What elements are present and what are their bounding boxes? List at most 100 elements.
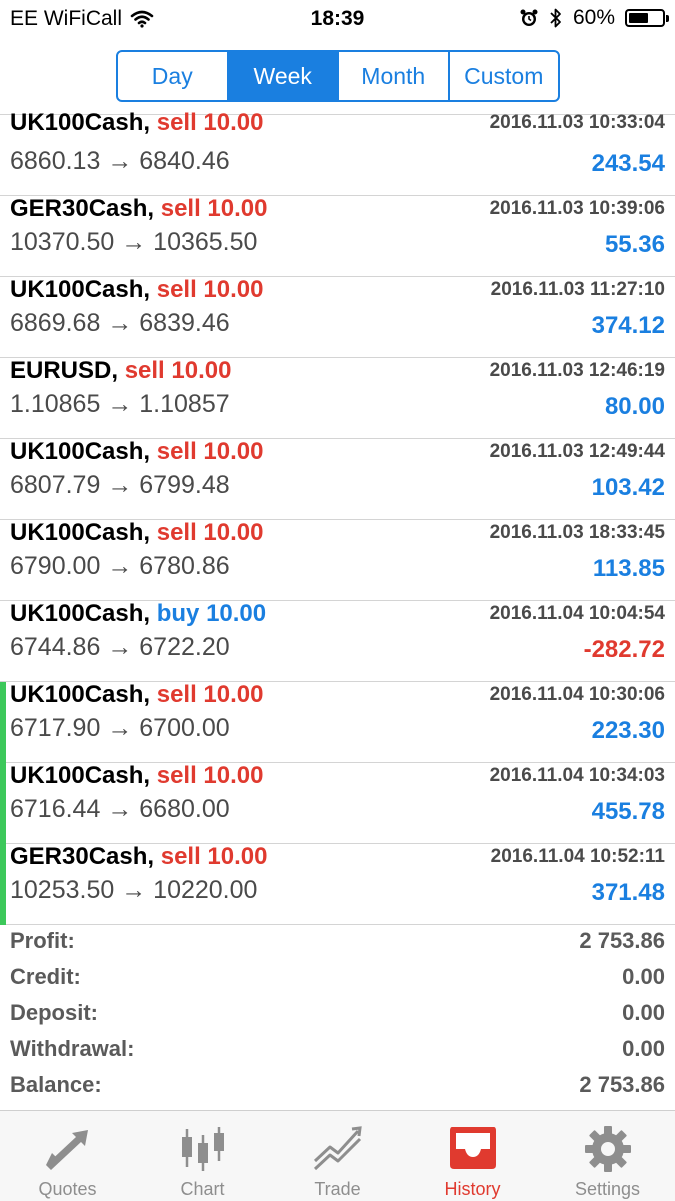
gear-icon: [584, 1126, 631, 1172]
summary-value: 2 753.86: [579, 928, 665, 953]
trade-row[interactable]: UK100Cash, sell 10.00 2016.11.03 11:27:10…: [0, 276, 675, 358]
trade-row[interactable]: UK100Cash, sell 10.00 2016.11.03 10:33:04…: [0, 109, 675, 196]
trade-time: 2016.11.04 10:30:06: [489, 684, 665, 705]
summary-value: 2 753.86: [579, 1072, 665, 1097]
trade-row[interactable]: UK100Cash, sell 10.00 2016.11.04 10:34:03…: [0, 762, 675, 844]
trade-symbol: UK100Cash,: [10, 109, 151, 136]
tab-history[interactable]: History: [405, 1111, 540, 1201]
trade-symbol: UK100Cash,: [10, 762, 151, 789]
battery-tip: [666, 15, 669, 22]
trade-title: UK100Cash, sell 10.00: [10, 762, 264, 790]
tab-custom[interactable]: Custom: [450, 52, 559, 100]
trade-time: 2016.11.03 10:33:04: [489, 112, 665, 133]
trade-symbol: UK100Cash,: [10, 438, 151, 465]
trade-profit: 80.00: [604, 393, 665, 420]
summary-label: Credit:: [10, 964, 81, 989]
tab-day[interactable]: Day: [118, 52, 229, 100]
trade-side-volume: sell 10.00: [160, 843, 268, 870]
trade-side-volume: sell 10.00: [156, 681, 264, 708]
trade-row[interactable]: UK100Cash, sell 10.00 2016.11.03 18:33:45…: [0, 519, 675, 601]
trade-row[interactable]: UK100Cash, sell 10.00 2016.11.03 12:49:44…: [0, 438, 675, 520]
tab-label: History: [444, 1179, 501, 1199]
tab-label: Quotes: [38, 1179, 97, 1199]
trade-symbol: UK100Cash,: [10, 681, 151, 708]
trade-symbol: UK100Cash,: [10, 600, 151, 627]
trade-prices: 6860.13 → 6840.46: [10, 147, 230, 175]
trade-symbol: GER30Cash,: [10, 843, 155, 870]
trade-row[interactable]: UK100Cash, sell 10.00 2016.11.04 10:30:06…: [0, 681, 675, 763]
tab-trade[interactable]: Trade: [270, 1111, 405, 1201]
trade-row[interactable]: GER30Cash, sell 10.00 2016.11.03 10:39:06…: [0, 195, 675, 277]
trade-row[interactable]: GER30Cash, sell 10.00 2016.11.04 10:52:11…: [0, 843, 675, 925]
tab-label: Trade: [314, 1179, 361, 1199]
trade-side-volume: buy 10.00: [156, 600, 267, 627]
trade-time: 2016.11.03 10:39:06: [489, 198, 665, 219]
trade-symbol: UK100Cash,: [10, 519, 151, 546]
summary-row: Profit: 2 753.86: [0, 924, 675, 960]
trade-title: GER30Cash, sell 10.00: [10, 843, 268, 871]
trade-prices: 6744.86 → 6722.20: [10, 633, 230, 661]
trade-side-volume: sell 10.00: [124, 357, 232, 384]
period-segmented-control: Day Week Month Custom: [116, 50, 560, 102]
trade-time: 2016.11.03 12:46:19: [489, 360, 665, 381]
trade-prices: 10370.50 → 10365.50: [10, 228, 258, 256]
tab-month[interactable]: Month: [339, 52, 450, 100]
summary-value: 0.00: [622, 964, 665, 989]
trade-prices: 6717.90 → 6700.00: [10, 714, 230, 742]
summary-label: Balance:: [10, 1072, 102, 1097]
trade-symbol: EURUSD,: [10, 357, 119, 384]
tab-week[interactable]: Week: [228, 52, 339, 100]
trade-time: 2016.11.03 18:33:45: [489, 522, 665, 543]
trade-row[interactable]: UK100Cash, buy 10.00 2016.11.04 10:04:54 6…: [0, 600, 675, 682]
tab-quotes[interactable]: Quotes: [0, 1111, 135, 1201]
status-right: 60%: [519, 6, 669, 30]
trade-title: UK100Cash, sell 10.00: [10, 276, 264, 304]
trade-title: UK100Cash, sell 10.00: [10, 519, 264, 547]
trade-row[interactable]: EURUSD, sell 10.00 2016.11.03 12:46:19 1.1…: [0, 357, 675, 439]
inbox-tray-icon: [449, 1127, 496, 1169]
summary-value: 0.00: [622, 1000, 665, 1025]
trade-prices: 10253.50 → 10220.00: [10, 876, 258, 904]
trade-symbol: UK100Cash,: [10, 276, 151, 303]
trade-profit: 103.42: [591, 474, 665, 501]
summary-value: 0.00: [622, 1036, 665, 1061]
trade-side-volume: sell 10.00: [156, 519, 264, 546]
trade-symbol: GER30Cash,: [10, 195, 155, 222]
account-summary: Profit: 2 753.86 Credit: 0.00 Deposit: 0.00 Wi…: [0, 924, 675, 1104]
trade-side-volume: sell 10.00: [160, 195, 268, 222]
trade-title: UK100Cash, sell 10.00: [10, 109, 264, 137]
trade-title: UK100Cash, buy 10.00: [10, 600, 266, 628]
battery-level: [629, 13, 649, 23]
trade-prices: 6790.00 → 6780.86: [10, 552, 230, 580]
status-bar: EE WiFiCall 18:39 60%: [0, 0, 675, 40]
trade-prices: 6716.44 → 6680.00: [10, 795, 230, 823]
battery-percent: 60%: [572, 6, 615, 29]
trade-profit: 243.54: [591, 150, 665, 177]
tab-label: Settings: [574, 1179, 641, 1199]
trade-title: UK100Cash, sell 10.00: [10, 681, 264, 709]
trade-time: 2016.11.04 10:04:54: [489, 603, 665, 624]
tab-chart[interactable]: Chart: [135, 1111, 270, 1201]
trade-profit: -282.72: [583, 636, 665, 663]
bluetooth-icon: [550, 8, 561, 28]
tab-label: Chart: [180, 1179, 225, 1199]
trade-profit: 374.12: [591, 312, 665, 339]
trade-title: UK100Cash, sell 10.00: [10, 438, 264, 466]
trade-time: 2016.11.04 10:52:11: [490, 846, 665, 867]
summary-row: Credit: 0.00: [0, 960, 675, 996]
summary-row: Withdrawal: 0.00: [0, 1032, 675, 1068]
trade-profit: 455.78: [591, 798, 665, 825]
tab-settings[interactable]: Settings: [540, 1111, 675, 1201]
trade-prices: 1.10865 → 1.10857: [10, 390, 230, 418]
candlestick-chart-icon: [181, 1127, 224, 1171]
trade-profit: 223.30: [591, 717, 665, 744]
trade-side-volume: sell 10.00: [156, 438, 264, 465]
summary-row: Deposit: 0.00: [0, 996, 675, 1032]
trade-side-volume: sell 10.00: [156, 276, 264, 303]
trade-title: GER30Cash, sell 10.00: [10, 195, 268, 223]
summary-row: Balance: 2 753.86: [0, 1068, 675, 1104]
trade-profit: 113.85: [592, 555, 665, 582]
trade-profit: 371.48: [591, 879, 665, 906]
trade-history-list[interactable]: UK100Cash, sell 10.00 2016.11.03 10:33:04…: [0, 109, 675, 925]
bottom-tab-bar: Quotes Chart Trade History Settings: [0, 1110, 675, 1201]
